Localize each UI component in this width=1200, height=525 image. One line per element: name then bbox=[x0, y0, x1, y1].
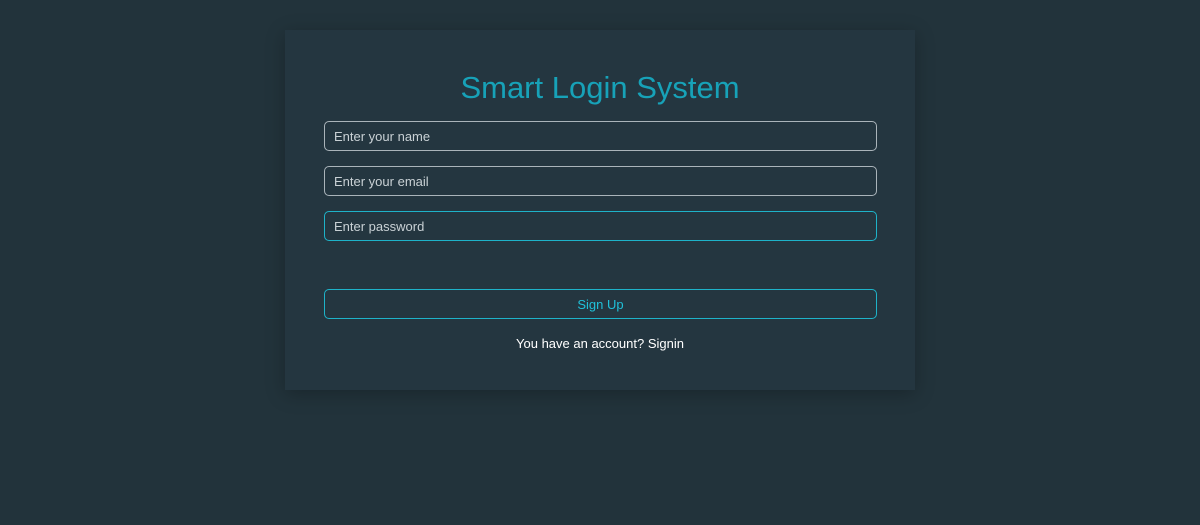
password-input[interactable] bbox=[324, 211, 877, 241]
page-title: Smart Login System bbox=[460, 70, 740, 105]
signin-link[interactable]: Signin bbox=[648, 336, 684, 351]
signin-prompt: You have an account? Signin bbox=[285, 336, 915, 351]
name-input[interactable] bbox=[324, 121, 877, 151]
signin-prompt-text: You have an account? bbox=[516, 336, 645, 351]
sign-up-button[interactable]: Sign Up bbox=[324, 289, 877, 319]
signup-card: Smart Login System Sign Up You have an a… bbox=[285, 30, 915, 390]
email-input[interactable] bbox=[324, 166, 877, 196]
